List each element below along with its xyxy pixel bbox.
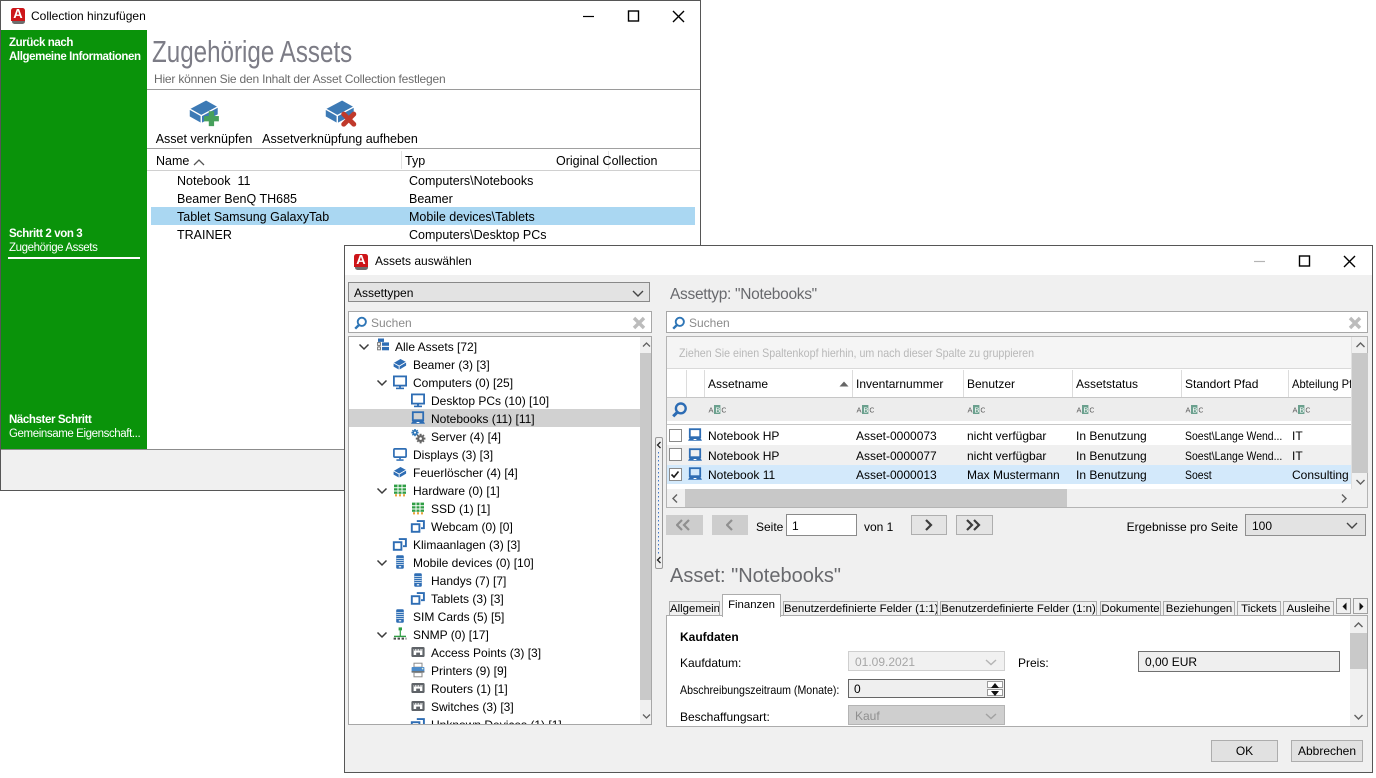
svg-text:B: B bbox=[715, 406, 720, 415]
svg-text:C: C bbox=[1198, 406, 1203, 415]
svg-text:B: B bbox=[1083, 406, 1088, 415]
svg-text:B: B bbox=[1299, 406, 1304, 415]
svg-text:C: C bbox=[869, 406, 874, 415]
svg-text:A: A bbox=[1293, 406, 1298, 415]
svg-text:C: C bbox=[721, 406, 726, 415]
svg-text:C: C bbox=[980, 406, 985, 415]
svg-text:C: C bbox=[1089, 406, 1094, 415]
svg-text:A: A bbox=[1077, 406, 1082, 415]
svg-text:A: A bbox=[1186, 406, 1191, 415]
svg-text:B: B bbox=[1192, 406, 1197, 415]
svg-text:A: A bbox=[968, 406, 973, 415]
svg-text:B: B bbox=[863, 406, 868, 415]
svg-text:A: A bbox=[857, 406, 862, 415]
svg-text:A: A bbox=[709, 406, 714, 415]
svg-text:C: C bbox=[1305, 406, 1310, 415]
svg-text:B: B bbox=[974, 406, 979, 415]
